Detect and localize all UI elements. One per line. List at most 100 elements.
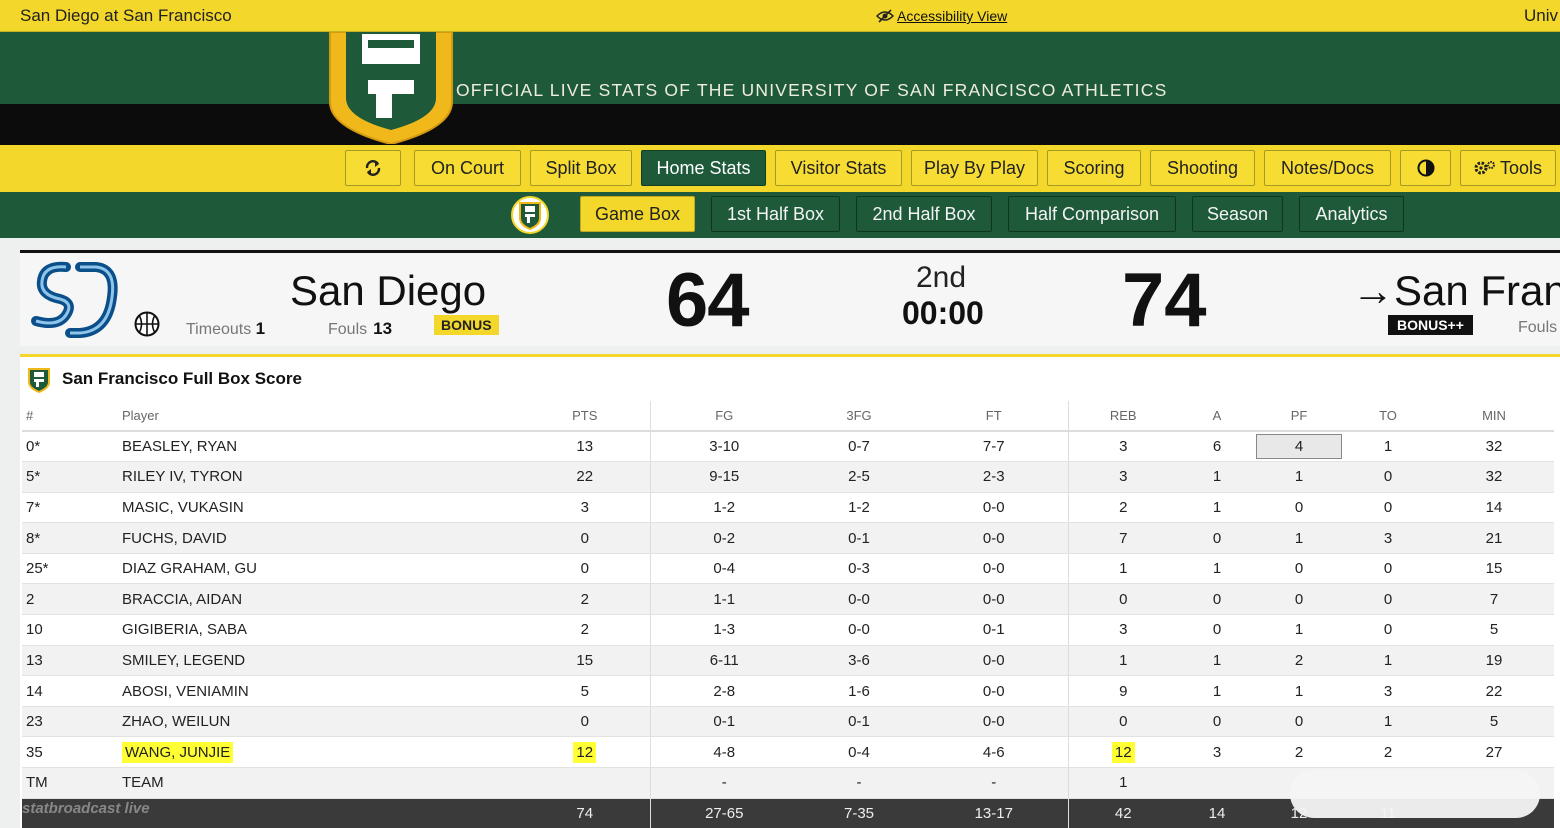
cell-fg-value: 2-8 (713, 682, 736, 700)
cell-a: 0 (1178, 522, 1256, 554)
cell-fg-value: 9-15 (709, 468, 740, 486)
col-min[interactable]: MIN (1434, 401, 1554, 432)
subnav-2nd-half-box[interactable]: 2nd Half Box (856, 196, 992, 232)
col-to[interactable]: TO (1342, 401, 1434, 432)
subnav-analytics[interactable]: Analytics (1299, 196, 1404, 232)
scoreboard: Timeouts 1 Fouls 13 BONUS San Diego 64 2n… (20, 250, 1560, 346)
col-pf[interactable]: PF (1256, 401, 1342, 432)
cell-fg-value: 1-2 (713, 498, 736, 516)
cell-ft-value: - (991, 774, 997, 792)
cell-player-value: RILEY IV, TYRON (122, 468, 243, 486)
cell-pts-value: 0 (580, 529, 589, 547)
contrast-button[interactable] (1400, 150, 1451, 186)
cell-3fg-value: 3-6 (848, 651, 870, 669)
nav-home-stats[interactable]: Home Stats (641, 150, 766, 186)
col-fg[interactable]: FG (649, 401, 798, 432)
cell-pts: 13 (520, 431, 650, 463)
cell-num: 13 (22, 645, 120, 677)
cell-min-value: 19 (1485, 651, 1503, 669)
col-a[interactable]: A (1178, 401, 1256, 432)
cell-pf: 0 (1256, 553, 1342, 585)
nav-play-by-play[interactable]: Play By Play (911, 150, 1038, 186)
cell-reb-value: 9 (1119, 682, 1128, 700)
cell-player[interactable]: ZHAO, WEILUN (120, 706, 520, 738)
cell-a-value: 0 (1212, 529, 1222, 547)
box-score-header-row: # Player PTS FG 3FG FT REB A PF TO MIN (22, 401, 1554, 432)
nav-split-box[interactable]: Split Box (530, 150, 632, 186)
cell-player[interactable]: GIGIBERIA, SABA (120, 614, 520, 646)
cell-3fg-value: 0-3 (848, 560, 870, 578)
cell-reb: 0 (1067, 583, 1178, 616)
cell-min: 5 (1434, 706, 1554, 738)
cell-reb-value: 1 (1119, 774, 1128, 792)
cell-3fg: 1-2 (798, 492, 920, 524)
cell-pf-value: 1 (1294, 621, 1304, 639)
cell-fg-value: 6-11 (709, 651, 739, 669)
cell-num-value: 14 (26, 682, 43, 700)
col-reb[interactable]: REB (1067, 401, 1178, 432)
col-pts[interactable]: PTS (520, 401, 650, 432)
cell-fg-value: 1-1 (713, 590, 736, 608)
cell-ft-value: 0-1 (982, 621, 1005, 639)
cell-player[interactable]: TEAM (120, 767, 520, 799)
nav-notes-docs[interactable]: Notes/Docs (1264, 150, 1391, 186)
cell-player[interactable]: WANG, JUNJIE (120, 736, 520, 769)
nav-visitor-stats[interactable]: Visitor Stats (775, 150, 902, 186)
cell-ft-value: 13-17 (974, 804, 1013, 822)
cell-player[interactable]: BRACCIA, AIDAN (120, 583, 520, 616)
col-ft[interactable]: FT (920, 401, 1068, 432)
cell-pf-value: 0 (1294, 590, 1304, 608)
cell-a-value: 14 (1208, 804, 1226, 822)
nav-scoring[interactable]: Scoring (1047, 150, 1141, 186)
cell-pf-value: 4 (1256, 434, 1342, 460)
nav-shooting[interactable]: Shooting (1150, 150, 1255, 186)
cell-pf: 1 (1256, 675, 1342, 707)
home-score: 64 (666, 258, 750, 343)
cell-reb: 3 (1067, 461, 1178, 493)
subnav-1st-half-box[interactable]: 1st Half Box (711, 196, 840, 232)
accessibility-link[interactable]: Accessibility View (875, 8, 1007, 24)
cell-player[interactable]: MASIC, VUKASIN (120, 492, 520, 524)
cell-reb-value: 3 (1119, 438, 1128, 456)
fouls-value: 13 (373, 319, 393, 338)
cell-3fg: 0-0 (798, 614, 920, 646)
cell-reb: 2 (1067, 492, 1178, 524)
cell-fg: 2-8 (649, 675, 798, 707)
cell-to-value: 0 (1383, 590, 1393, 608)
cell-pts: 74 (520, 798, 650, 828)
cell-a-value: 0 (1212, 713, 1222, 731)
cell-to: 0 (1342, 461, 1434, 493)
cell-player[interactable]: ABOSI, VENIAMIN (120, 675, 520, 707)
cell-player[interactable]: RILEY IV, TYRON (120, 461, 520, 493)
cell-player[interactable]: SMILEY, LEGEND (120, 645, 520, 677)
cell-reb: 42 (1067, 798, 1178, 828)
cell-reb: 0 (1067, 706, 1178, 738)
cell-a: 14 (1178, 798, 1256, 828)
tools-button[interactable]: Tools (1460, 150, 1556, 186)
cell-pf-value: 1 (1294, 468, 1304, 486)
cell-3fg: 1-6 (798, 675, 920, 707)
col-3fg[interactable]: 3FG (798, 401, 920, 432)
cell-player[interactable]: FUCHS, DAVID (120, 522, 520, 554)
col-player[interactable]: Player (120, 401, 520, 432)
refresh-button[interactable] (345, 150, 401, 186)
subnav-half-comparison[interactable]: Half Comparison (1008, 196, 1176, 232)
col-number[interactable]: # (22, 401, 120, 432)
top-right-text: Univ (1524, 6, 1559, 25)
cell-a-value: 0 (1212, 590, 1222, 608)
cell-player[interactable] (120, 798, 520, 828)
cell-pts-value: 22 (576, 468, 594, 486)
cell-min-value: 14 (1485, 498, 1503, 516)
cell-player[interactable]: BEASLEY, RYAN (120, 431, 520, 463)
subnav-game-box[interactable]: Game Box (580, 196, 695, 232)
cell-player[interactable]: DIAZ GRAHAM, GU (120, 553, 520, 585)
nav-on-court[interactable]: On Court (414, 150, 521, 186)
cell-reb-value: 42 (1114, 804, 1132, 822)
table-row: 23 ZHAO, WEILUN 0 0-1 0-1 0-0 0 0 0 1 5 (22, 706, 1554, 738)
cell-min-value: 15 (1485, 560, 1503, 578)
cell-a: 0 (1178, 706, 1256, 738)
cell-3fg-value: 0-1 (848, 529, 870, 547)
secondary-nav: Game Box 1st Half Box 2nd Half Box Half … (0, 192, 1560, 238)
subnav-season[interactable]: Season (1192, 196, 1283, 232)
cell-3fg-value: 1-6 (848, 682, 870, 700)
